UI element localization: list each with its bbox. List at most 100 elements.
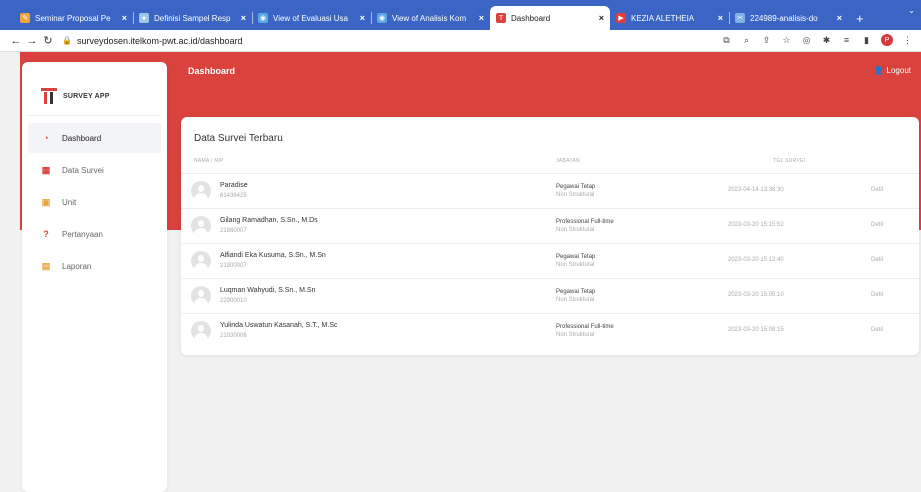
table-row: Paradise 61436425 Pegawai Tetap Non Struktu… [181,173,919,208]
table-icon: ▦ [41,164,51,175]
browser-tab[interactable]: ● Definisi Sampel Resp × [133,6,252,30]
respondent-name: Yulinda Uswatun Kasanah, S.T., M.Sc [220,322,338,329]
close-tab-icon[interactable]: × [718,13,723,23]
browser-tab[interactable]: ◉ View of Evaluasi Usa × [252,6,371,30]
column-header-name: NAMA / NIP [194,158,224,164]
browser-tab-strip: ✎ Seminar Proposal Pe × ● Definisi Sampel Re… [0,0,921,30]
browser-tab[interactable]: ▶ KEZIA ALETHEIA × [610,6,729,30]
column-header-date: TGL SURVEI [773,158,806,164]
respondent-nip: 22900010 [220,298,247,304]
position: Pegawai Tetap [556,184,596,190]
tab-favicon-icon: ▶ [616,13,626,23]
respondent-name: Alfiandi Eka Kusuma, S.Sn., M.Sn [220,252,326,259]
sidebar-item-label: Unit [62,197,77,207]
reload-icon[interactable]: ↻ [40,34,56,47]
tab-favicon-icon: T [496,13,506,23]
reading-list-icon[interactable]: ≡ [841,35,852,45]
respondent-nip: 21900007 [220,263,247,269]
survey-date: 2023-03-20 15:12:40 [728,257,784,263]
sidebar: SURVEY APP ◔ Dashboard ▦ Data Survei ▣ Unit ? P… [22,62,167,492]
close-tab-icon[interactable]: × [122,13,127,23]
logout-label: Logout [886,66,911,75]
document-icon: ▤ [41,260,51,271]
close-tab-icon[interactable]: × [837,13,842,23]
avatar [191,216,211,236]
survey-date: 2023-03-20 15:15:52 [728,222,784,228]
table-row: Yulinda Uswatun Kasanah, S.T., M.Sc 21930… [181,313,919,348]
puzzle-icon[interactable]: ✱ [821,35,832,46]
sidebar-item[interactable]: ▣ Unit [28,187,161,217]
forward-arrow-icon[interactable]: → [24,35,40,47]
avatar [191,286,211,306]
new-tab-plus-icon[interactable]: + [848,6,872,30]
detail-link[interactable]: Detil [871,257,883,263]
close-tab-icon[interactable]: × [241,13,246,23]
tab-search-chevron-icon[interactable]: ⌄ [908,6,915,15]
survey-date: 2023-03-20 15:08:15 [728,327,784,333]
browser-toolbar: ← → ↻ 🔒 surveydosen.itelkom-pwt.ac.id/da… [0,30,921,52]
table-row: Gilang Ramadhan, S.Sn., M.Ds 21860007 Prof… [181,208,919,243]
telkom-logo-icon [41,88,57,104]
tab-title: Dashboard [511,13,551,23]
sidebar-item[interactable]: ▤ Laporan [28,251,161,281]
address-bar[interactable]: 🔒 surveydosen.itelkom-pwt.ac.id/dashboar… [62,36,243,46]
tab-favicon-icon: ◉ [377,13,387,23]
zoom-icon[interactable]: ⌕ [741,35,752,46]
position-sub: Non Struktural [556,332,595,338]
tab-title: Definisi Sampel Resp [154,13,231,23]
detail-link[interactable]: Detil [871,222,883,228]
avatar [191,321,211,341]
position: Pegawai Tetap [556,254,596,260]
close-tab-icon[interactable]: × [599,13,604,23]
url-text: surveydosen.itelkom-pwt.ac.id/dashboard [76,35,243,46]
browser-menu-icon[interactable]: ⋮ [902,35,913,46]
respondent-name: Paradise [220,182,248,189]
browser-tab[interactable]: T Dashboard × [490,6,610,30]
respondent-name: Luqman Wahyudi, S.Sn., M.Sn [220,287,316,294]
grid-icon: ▣ [41,196,51,207]
sidebar-item-label: Dashboard [62,133,102,143]
divider [28,115,161,116]
tab-favicon-icon: ● [139,13,149,23]
logout-button[interactable]: 👤 Logout [874,66,911,75]
page-title: Dashboard [188,66,236,76]
tab-title: View of Analisis Kom [392,13,467,23]
bookmark-star-icon[interactable]: ☆ [781,35,792,46]
question-icon: ? [43,229,49,239]
brand[interactable]: SURVEY APP [22,62,167,112]
sidebar-item[interactable]: ◔ Dashboard [28,123,161,153]
detail-link[interactable]: Detil [871,292,883,298]
extension-icon[interactable]: ◎ [801,35,812,46]
tab-favicon-icon: ✎ [20,13,30,23]
close-tab-icon[interactable]: × [360,13,365,23]
survey-date: 2023-04-14 13:38:30 [728,187,784,193]
respondent-nip: 21860007 [220,228,247,234]
sidebar-item[interactable]: ? Pertanyaan [28,219,161,249]
position-sub: Non Struktural [556,227,595,233]
side-panel-icon[interactable]: ▮ [861,35,872,46]
profile-avatar[interactable]: P [881,34,893,46]
detail-link[interactable]: Detil [871,327,883,333]
avatar [191,181,211,201]
share-icon[interactable]: ⇪ [761,35,772,46]
table-row: Alfiandi Eka Kusuma, S.Sn., M.Sn 21900007… [181,243,919,278]
browser-tab[interactable]: ✎ Seminar Proposal Pe × [14,6,133,30]
position: Pegawai Tetap [556,289,596,295]
dashboard-icon: ◔ [43,133,49,143]
browser-tab[interactable]: ✂ 224989-analisis-do × [729,6,848,30]
sidebar-item[interactable]: ▦ Data Survei [28,155,161,185]
back-arrow-icon[interactable]: ← [8,35,24,47]
avatar [191,251,211,271]
respondent-nip: 21930006 [220,333,247,339]
close-tab-icon[interactable]: × [479,13,484,23]
detail-link[interactable]: Detil [871,187,883,193]
sidebar-item-label: Data Survei [62,165,104,175]
column-header-position: JABATAN [556,158,580,164]
position-sub: Non Struktural [556,262,595,268]
browser-tab[interactable]: ◉ View of Analisis Kom × [371,6,490,30]
position: Professional Full-time [556,324,614,330]
respondent-nip: 61436425 [220,193,247,199]
survey-date: 2023-03-20 15:05:10 [728,292,784,298]
translate-icon[interactable]: ⧉ [721,35,732,46]
brand-name: SURVEY APP [63,92,110,100]
